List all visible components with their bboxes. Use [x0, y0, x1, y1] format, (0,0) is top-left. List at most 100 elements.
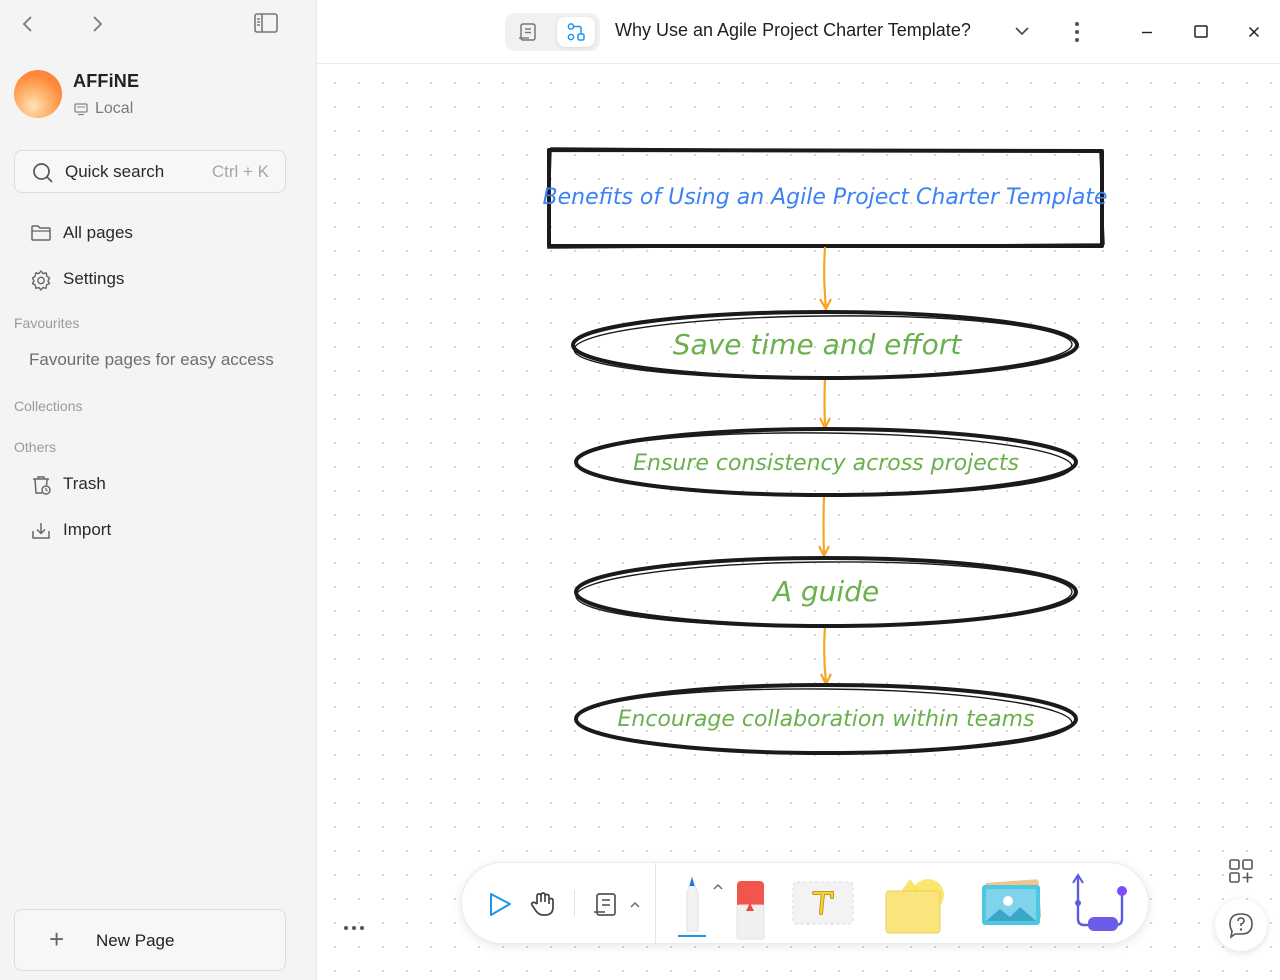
- others-section-label: Others: [14, 439, 57, 455]
- chevron-up-icon: [630, 902, 640, 908]
- connector-tool[interactable]: [1066, 869, 1130, 935]
- flow-node[interactable]: Ensure consistency across projects: [574, 427, 1078, 498]
- connector-arrow[interactable]: [820, 626, 832, 687]
- header: Why Use an Agile Project Charter Templat…: [317, 0, 1280, 64]
- flowchart-diagram: Benefits of Using an Agile Project Chart…: [543, 147, 1108, 755]
- edgeless-icon: [567, 23, 585, 41]
- favourites-section-label: Favourites: [14, 315, 80, 331]
- edgeless-toolbar: [461, 862, 1149, 945]
- connector-arrow[interactable]: [819, 246, 832, 312]
- edgeless-mode-button[interactable]: [557, 17, 595, 47]
- sidebar-item-label: Trash: [63, 474, 106, 493]
- flow-node-text: Encourage collaboration within teams: [618, 707, 1035, 732]
- connector-arrow[interactable]: [818, 496, 830, 559]
- pen-tool[interactable]: [674, 873, 710, 939]
- note-tool[interactable]: [880, 873, 950, 937]
- favourites-empty-hint: Favourite pages for easy access: [29, 350, 274, 369]
- sidebar-item-all-pages[interactable]: All pages: [14, 214, 286, 252]
- maximize-button[interactable]: [1187, 18, 1215, 46]
- sidebar-item-import[interactable]: Import: [14, 511, 286, 549]
- search-icon: [33, 163, 53, 183]
- chevron-left-icon: [22, 16, 32, 32]
- new-page-label: New Page: [96, 931, 175, 950]
- close-icon: [1248, 26, 1260, 38]
- plus-icon: +: [49, 924, 65, 954]
- sidebar-item-label: All pages: [63, 223, 133, 242]
- quick-search-label: Quick search: [65, 162, 165, 181]
- frame-options-toggle[interactable]: [627, 897, 643, 913]
- more-horizontal-icon: [344, 926, 364, 930]
- select-icon: [490, 893, 511, 916]
- page-icon: [519, 23, 536, 41]
- maximize-icon: [1194, 25, 1208, 38]
- main-area: Why Use an Agile Project Charter Templat…: [316, 0, 1280, 980]
- sidebar-item-label: Import: [63, 520, 112, 539]
- image-icon: [982, 879, 1042, 925]
- sidebar-toggle-button[interactable]: [253, 10, 279, 36]
- trash-icon: [33, 476, 51, 495]
- doc-title[interactable]: Why Use an Agile Project Charter Templat…: [615, 20, 971, 41]
- frame-icon: [594, 893, 616, 916]
- help-icon: [1229, 913, 1253, 939]
- hand-icon: [530, 892, 554, 916]
- mode-switch: [505, 13, 600, 51]
- sidebar-item-label: Settings: [63, 269, 125, 288]
- new-page-button[interactable]: + New Page: [14, 909, 286, 971]
- more-vertical-icon: [1075, 22, 1079, 42]
- sidebar-panel-icon: [254, 13, 278, 33]
- gear-icon: [31, 270, 51, 291]
- page-mode-button[interactable]: [509, 17, 547, 47]
- import-icon: [32, 523, 50, 539]
- add-component-button[interactable]: [1227, 857, 1255, 885]
- note-icon: [885, 879, 944, 934]
- sidebar-item-trash[interactable]: Trash: [14, 465, 286, 503]
- flow-node-text: Save time and effort: [673, 328, 962, 361]
- connector-arrow[interactable]: [819, 378, 831, 431]
- frame-tool[interactable]: [588, 887, 624, 923]
- chevron-right-icon: [93, 16, 103, 32]
- quick-search-button[interactable]: Quick search Ctrl + K: [14, 150, 286, 193]
- workspace-card[interactable]: AFFiNE Local: [14, 68, 294, 124]
- quick-search-shortcut: Ctrl + K: [211, 162, 269, 181]
- close-button[interactable]: [1240, 18, 1268, 46]
- minimize-button[interactable]: [1133, 18, 1161, 46]
- hand-tool[interactable]: [525, 887, 561, 923]
- pen-icon: [678, 875, 706, 937]
- back-button[interactable]: [16, 12, 40, 36]
- help-button[interactable]: [1215, 899, 1267, 951]
- image-tool[interactable]: [978, 879, 1046, 929]
- canvas-more-button[interactable]: [342, 918, 368, 938]
- collections-section-label[interactable]: Collections: [14, 398, 82, 414]
- flow-node[interactable]: A guide: [574, 556, 1078, 628]
- flow-node-text: Ensure consistency across projects: [633, 451, 1019, 476]
- more-options-button[interactable]: [1067, 18, 1087, 46]
- select-tool[interactable]: [482, 887, 518, 923]
- workspace-type-label: Local: [95, 100, 134, 117]
- toolbar-separator: [574, 890, 575, 916]
- toolbar-divider: [655, 863, 656, 945]
- minimize-icon: [1142, 31, 1152, 34]
- flow-node[interactable]: Save time and effort: [571, 310, 1079, 381]
- eraser-tool[interactable]: [734, 877, 766, 943]
- pen-options-toggle[interactable]: [710, 879, 726, 895]
- text-tool[interactable]: [792, 881, 854, 925]
- forward-button[interactable]: [85, 12, 109, 36]
- title-box-text: Benefits of Using an Agile Project Chart…: [543, 185, 1108, 210]
- workspace-type: Local: [73, 100, 133, 118]
- connector-icon: [1072, 873, 1127, 931]
- text-icon: [792, 881, 854, 925]
- grid-plus-icon: [1229, 859, 1253, 883]
- sidebar: AFFiNE Local Quick search Ctrl + K All p…: [0, 0, 316, 980]
- workspace-avatar: [14, 70, 62, 118]
- workspace-name: AFFiNE: [73, 71, 140, 91]
- flow-node[interactable]: Encourage collaboration within teams: [574, 683, 1078, 755]
- title-menu-button[interactable]: [1011, 20, 1033, 42]
- sidebar-item-settings[interactable]: Settings: [14, 260, 286, 298]
- monitor-icon: [74, 103, 88, 116]
- chevron-up-icon: [713, 884, 723, 890]
- edgeless-canvas[interactable]: Benefits of Using an Agile Project Chart…: [317, 65, 1280, 980]
- title-box[interactable]: Benefits of Using an Agile Project Chart…: [543, 147, 1108, 249]
- chevron-down-icon: [1015, 27, 1029, 36]
- eraser-icon: [736, 881, 765, 940]
- flow-node-text: A guide: [771, 575, 879, 608]
